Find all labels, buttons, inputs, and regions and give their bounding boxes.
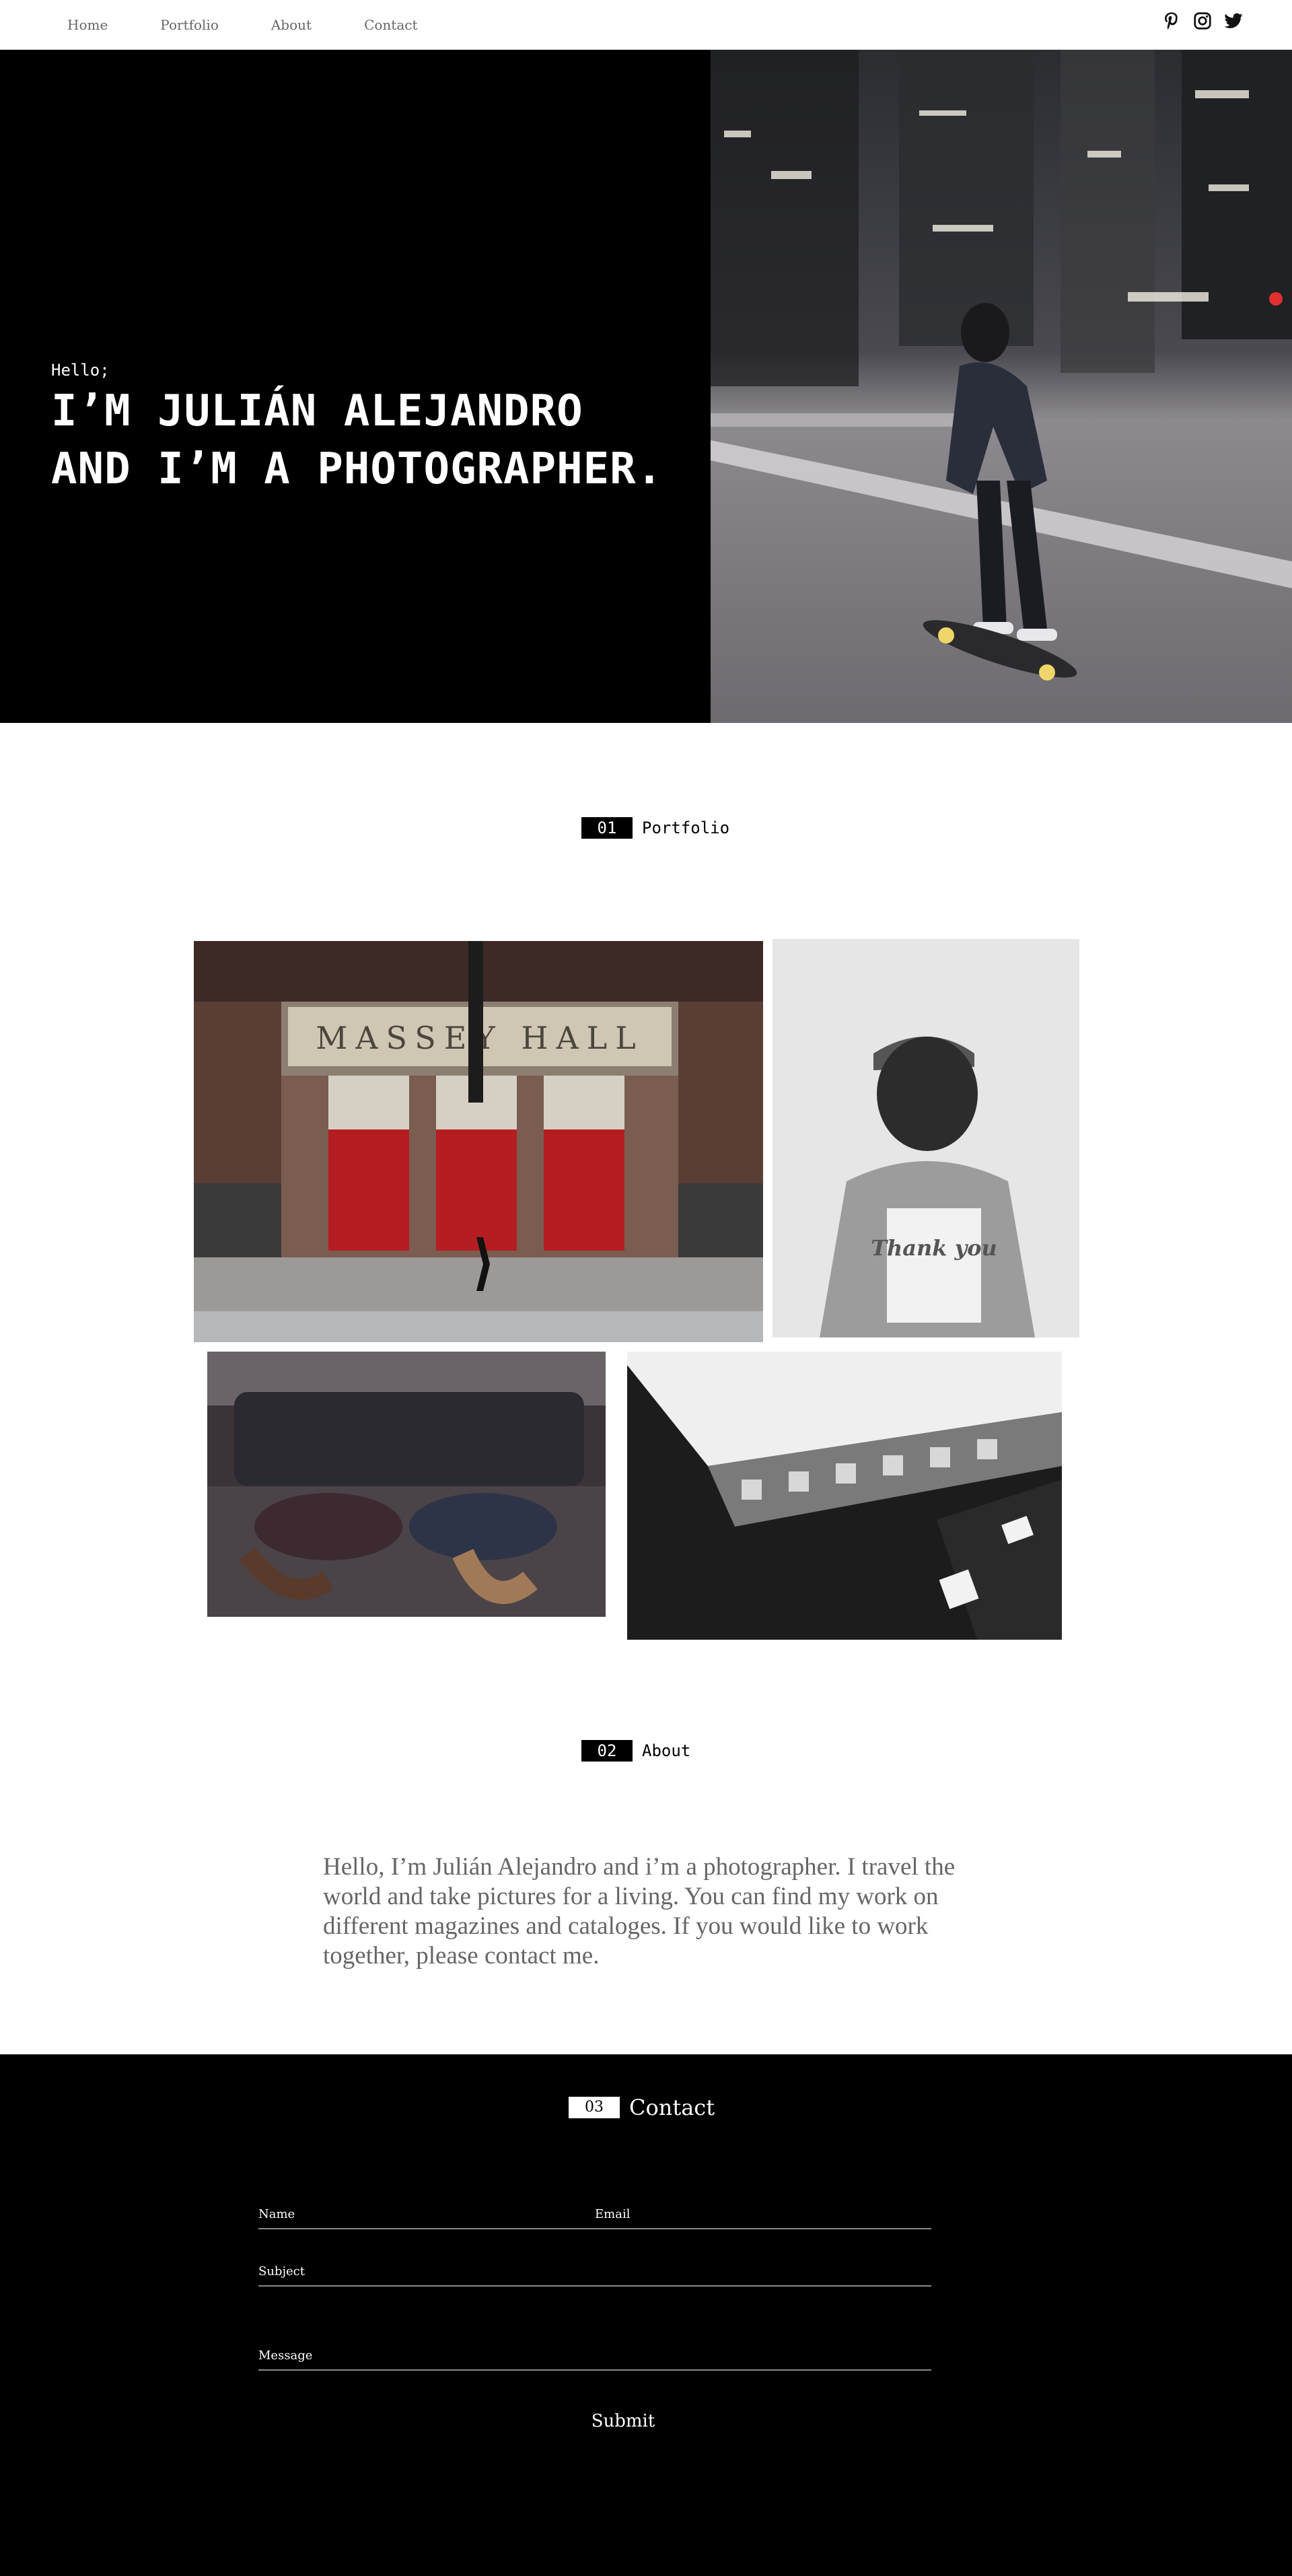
portfolio-photo-massey-hall[interactable]: MASSEY HALL (194, 941, 763, 1342)
instagram-icon[interactable] (1191, 9, 1214, 32)
portfolio-photo-building[interactable] (627, 1352, 1062, 1640)
name-field[interactable]: Name (258, 2202, 595, 2229)
top-nav: Home Portfolio About Contact (0, 0, 1292, 50)
portfolio-photo-two-women-on-car[interactable] (207, 1352, 606, 1617)
contact-label: Contact (629, 2095, 715, 2120)
pinterest-icon[interactable] (1160, 9, 1183, 32)
contact-heading: 03 Contact (569, 2095, 715, 2120)
submit-button[interactable]: Submit (579, 2404, 668, 2438)
hero-photo-skateboarder (711, 50, 1292, 723)
hero-section: Hello; I’M JULIÁN ALEJANDRO AND I’M A PH… (0, 50, 711, 723)
email-field[interactable]: Email (595, 2202, 931, 2229)
subject-field-label: Subject (258, 2264, 305, 2278)
hero-greeting: Hello; (51, 361, 110, 380)
about-heading: 02 About (581, 1740, 690, 1762)
message-field-label: Message (258, 2348, 313, 2363)
contact-section: 03 Contact Name Email Subject Message Su… (0, 2054, 1292, 2576)
nav-link-contact[interactable]: Contact (364, 17, 417, 33)
nav-link-about[interactable]: About (271, 17, 312, 33)
hero-title-line1: I’M JULIÁN ALEJANDRO (51, 386, 583, 436)
email-field-label: Email (595, 2207, 631, 2221)
shirt-text: Thank you (871, 1235, 997, 1261)
hero-title: I’M JULIÁN ALEJANDRO AND I’M A PHOTOGRAP… (51, 382, 663, 498)
contact-number: 03 (569, 2097, 620, 2118)
hero-title-line2: AND I’M A PHOTOGRAPHER. (51, 444, 663, 494)
twitter-icon[interactable] (1222, 9, 1245, 32)
about-label: About (642, 1741, 691, 1760)
social-links (1160, 9, 1245, 32)
portfolio-heading: 01 Portfolio (581, 817, 729, 839)
portfolio-photo-smiling-man[interactable]: Thank you (773, 939, 1079, 1337)
about-number: 02 (581, 1740, 633, 1762)
portfolio-label: Portfolio (642, 819, 730, 837)
subject-field[interactable]: Subject (258, 2260, 931, 2287)
nav-link-portfolio[interactable]: Portfolio (160, 17, 219, 33)
name-field-label: Name (258, 2207, 295, 2221)
nav-link-home[interactable]: Home (67, 17, 108, 33)
about-paragraph: Hello, I’m Julián Alejandro and i’m a ph… (323, 1853, 956, 1970)
nav-links: Home Portfolio About Contact (67, 17, 470, 33)
portfolio-number: 01 (581, 817, 633, 839)
message-field[interactable]: Message (258, 2344, 931, 2371)
